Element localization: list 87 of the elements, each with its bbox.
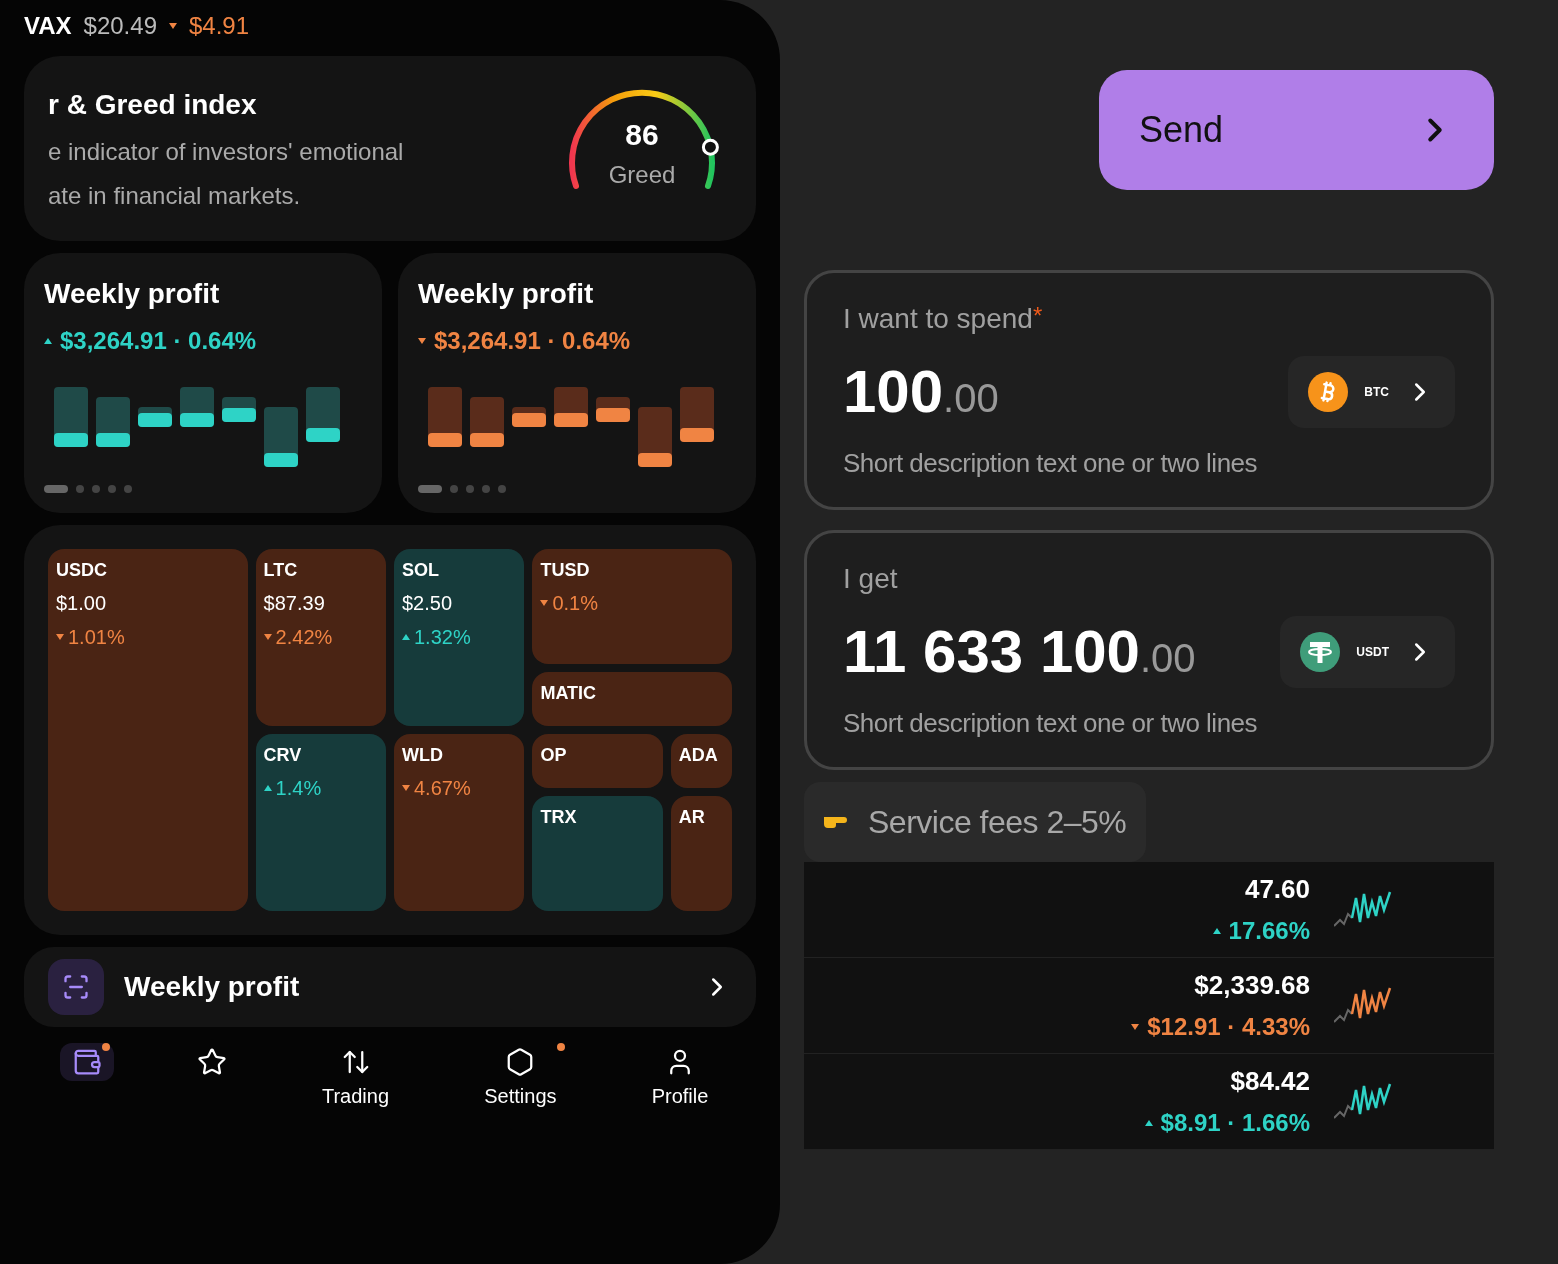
tile-change: 0.1% <box>552 591 598 616</box>
treemap-tile[interactable]: LTC $87.39 2.42% <box>255 549 386 726</box>
promo-title: Weekly profit <box>124 970 301 1004</box>
asset-row[interactable]: $84.42 $8.91 · 1.66% <box>804 1054 1494 1150</box>
candle-bar <box>306 387 340 442</box>
tile-symbol: TRX <box>540 805 578 829</box>
bitcoin-icon <box>1308 371 1349 412</box>
tile-symbol: WLD <box>402 744 444 767</box>
treemap-tile[interactable]: WLD 4.67% <box>394 734 525 911</box>
tile-symbol: TUSD <box>540 559 591 582</box>
nav-tab[interactable]: Profile <box>639 1043 721 1115</box>
tile-symbol: LTC <box>263 559 299 582</box>
tile-symbol: CRV <box>263 744 303 767</box>
candle-bar <box>138 407 172 427</box>
tile-change: 1.4% <box>275 776 322 801</box>
candle-bar <box>222 397 256 422</box>
tile-price: $2.50 <box>402 591 454 616</box>
tile-change: 2.42% <box>275 625 333 650</box>
asset-price: 47.60 <box>1244 873 1310 906</box>
candle-bar <box>680 387 714 442</box>
asset-price: $2,339.68 <box>1194 969 1310 1002</box>
nav-tab[interactable] <box>59 1043 114 1081</box>
amount-field[interactable]: 11 633 100.00 <box>843 621 1196 682</box>
asset-change: $8.91 · 1.66% <box>1160 1108 1310 1138</box>
asset-row[interactable]: $2,339.68 $12.91 · 4.33% <box>804 958 1494 1054</box>
tether-icon <box>1300 631 1341 672</box>
candle-bar <box>96 397 130 447</box>
field-hint: Short description text one or two lines <box>843 446 1259 480</box>
candle-bar <box>470 397 504 447</box>
promo-card[interactable]: Weekly profit <box>24 947 756 1027</box>
ticker-symbol: VAX <box>24 11 72 41</box>
asset-price: $84.42 <box>1230 1065 1310 1098</box>
field-label: I get <box>843 561 898 596</box>
treemap-tile[interactable]: OP <box>532 734 663 788</box>
tile-symbol: AR <box>678 805 706 829</box>
tile-price: $1.00 <box>56 591 108 616</box>
treemap-tile[interactable]: MATIC <box>532 672 732 726</box>
treemap-tile[interactable]: TRX <box>532 795 663 911</box>
candle-bar <box>428 387 462 447</box>
currency-selector[interactable]: USDT <box>1280 615 1455 688</box>
ticker-price: $20.49 <box>83 11 157 41</box>
candle-bar <box>638 407 672 467</box>
card-title: r & Greed index <box>48 87 258 122</box>
treemap-tile[interactable]: USDC $1.00 1.01% <box>48 549 248 911</box>
candle-bar <box>596 397 630 422</box>
gauge-value: 86 <box>625 117 659 153</box>
currency-selector[interactable]: BTC <box>1288 355 1455 428</box>
tile-change: 1.01% <box>68 625 125 650</box>
tile-change: 1.32% <box>414 625 471 650</box>
asset-row[interactable]: 47.60 17.66% <box>804 862 1494 958</box>
card-description: ate in financial markets. <box>48 180 302 211</box>
treemap-tile[interactable]: ADA <box>670 734 732 788</box>
tile-symbol: OP <box>540 744 568 767</box>
candle-bar <box>54 387 88 447</box>
asset-change: 17.66% <box>1228 916 1310 946</box>
treemap-tile[interactable]: AR <box>670 795 732 911</box>
nav-tab[interactable]: Trading <box>309 1043 402 1115</box>
candle-bar <box>264 407 298 467</box>
nav-tab[interactable]: Settings <box>472 1043 569 1115</box>
scan-icon <box>62 973 90 1001</box>
star-icon <box>196 1047 227 1077</box>
tile-symbol: ADA <box>678 744 719 767</box>
tile-price: $87.39 <box>263 591 326 616</box>
profit-change: $3,264.91 · 0.64% <box>60 326 257 356</box>
gauge-label: Greed <box>608 160 676 190</box>
required-mark: * <box>1032 300 1043 329</box>
treemap-tile[interactable]: SOL $2.50 1.32% <box>394 549 525 726</box>
ticker-change: $4.91 <box>189 11 250 41</box>
treemap-tile[interactable]: TUSD 0.1% <box>532 549 732 665</box>
tile-symbol: SOL <box>402 559 440 582</box>
amount-field[interactable]: 100.00 <box>843 361 999 422</box>
tile-symbol: MATIC <box>540 682 598 706</box>
card-description: e indicator of investors' emotional <box>48 136 404 167</box>
candle-bar <box>512 407 546 427</box>
send-button[interactable]: Send <box>1099 70 1494 190</box>
tile-symbol: USDC <box>56 559 108 582</box>
treemap-tile[interactable]: CRV 1.4% <box>255 734 386 911</box>
card-title: Weekly profit <box>418 277 595 311</box>
field-label: I want to spend <box>843 301 1033 336</box>
tile-change: 4.67% <box>414 776 471 801</box>
profit-change: $3,264.91 · 0.64% <box>434 326 631 356</box>
asset-change: $12.91 · 4.33% <box>1147 1012 1310 1042</box>
card-title: Weekly profit <box>44 277 221 311</box>
candle-bar <box>554 387 588 427</box>
fee-note: Service fees 2–5% <box>804 782 1147 862</box>
field-hint: Short description text one or two lines <box>843 706 1259 740</box>
candle-bar <box>180 387 214 427</box>
